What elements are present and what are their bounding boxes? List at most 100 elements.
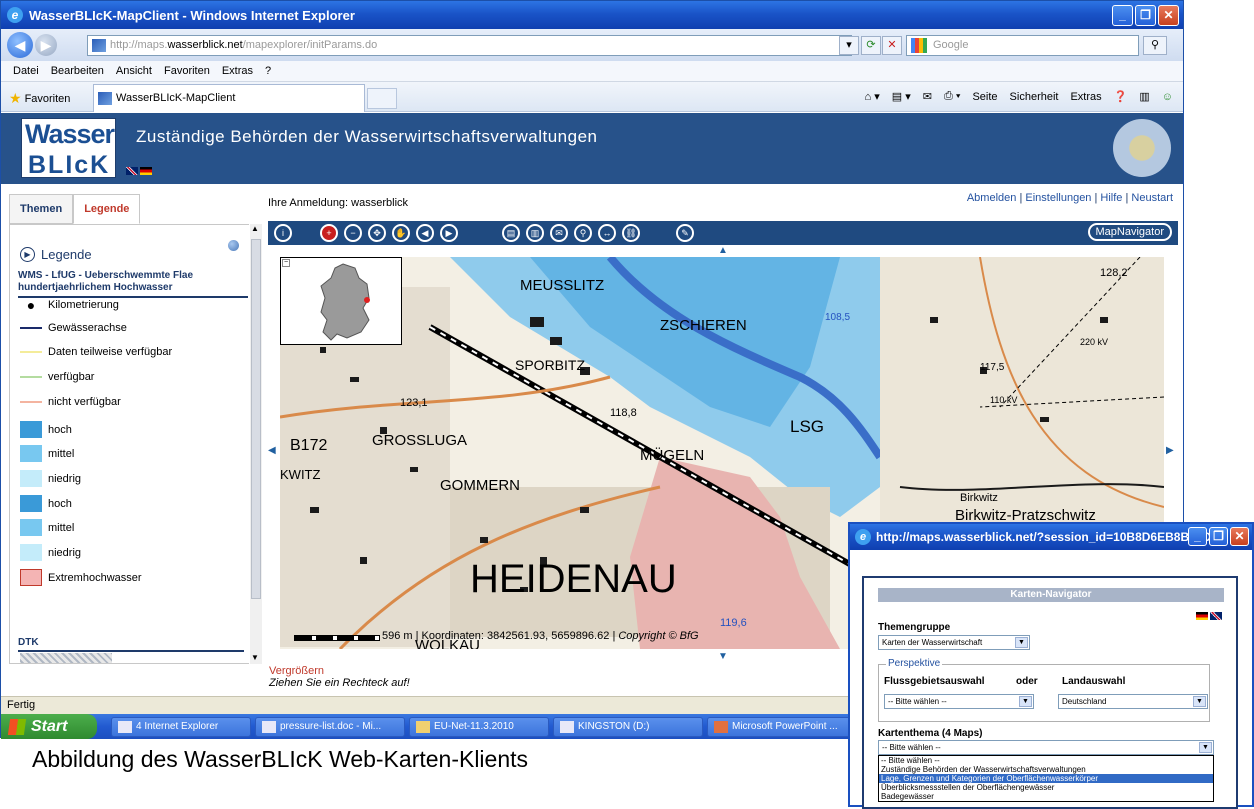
zoom-extent-tool-icon[interactable]: ✥: [368, 224, 386, 242]
search-button[interactable]: ⚲: [1143, 36, 1167, 55]
map-navigator-button[interactable]: MapNavigator: [1087, 223, 1172, 241]
print-tool-icon[interactable]: ▤: [502, 224, 520, 242]
link-einstellungen[interactable]: Einstellungen: [1025, 192, 1091, 204]
popup-minimize-button[interactable]: _: [1188, 527, 1207, 546]
pan-south-icon[interactable]: ▼: [718, 651, 728, 662]
option-zustaendige-behoerden[interactable]: Zuständige Behörden der Wasserwirtschaft…: [879, 765, 1213, 774]
pan-east-icon[interactable]: ▶: [1166, 445, 1174, 456]
command-extras[interactable]: Extras: [1070, 91, 1101, 103]
link-tool-icon[interactable]: ⛓: [622, 224, 640, 242]
minimap-collapse-icon[interactable]: −: [282, 259, 290, 267]
menu-bearbeiten[interactable]: Bearbeiten: [51, 65, 104, 77]
menu-help[interactable]: ?: [265, 65, 271, 77]
mail-tool-icon[interactable]: ✉: [550, 224, 568, 242]
search-input[interactable]: Google: [906, 35, 1139, 56]
mail-icon[interactable]: ✉: [923, 90, 932, 103]
legend-panel: ▶ Legende WMS - LfUG - Ueberschwemmte Fl…: [9, 224, 249, 664]
next-view-icon[interactable]: ▶: [440, 224, 458, 242]
command-sicherheit[interactable]: Sicherheit: [1010, 91, 1059, 103]
stop-button[interactable]: ✕: [882, 36, 902, 55]
print-icon[interactable]: ⎙ ▾: [944, 90, 960, 103]
themengruppe-select[interactable]: Karten der Wasserwirtschaft ▼: [878, 635, 1030, 650]
kartenthema-select[interactable]: -- Bitte wählen -- ▼: [878, 740, 1214, 755]
option-bitte-waehlen[interactable]: -- Bitte wählen --: [879, 756, 1213, 765]
browser-tab[interactable]: WasserBLIcK-MapClient: [93, 84, 365, 112]
coordinates-readout: 596 m | Koordinaten: 3842561.93, 5659896…: [382, 630, 699, 642]
start-button[interactable]: Start: [1, 714, 97, 739]
sidebar-scrollbar[interactable]: ▲ ▼: [250, 224, 262, 664]
task-powerpoint[interactable]: Microsoft PowerPoint ...: [707, 716, 857, 737]
command-seite[interactable]: Seite: [972, 91, 997, 103]
flag-de-icon[interactable]: [1196, 612, 1208, 620]
tab-themen[interactable]: Themen: [9, 194, 74, 224]
option-lage-grenzen[interactable]: Lage, Grenzen und Kategorien der Oberflä…: [879, 774, 1213, 783]
task-pressure-list[interactable]: pressure-list.doc - Mi...: [255, 716, 405, 737]
option-badegewaesser[interactable]: Badegewässer: [879, 792, 1213, 801]
link-abmelden[interactable]: Abmelden: [967, 192, 1017, 204]
research-icon[interactable]: ▥: [1139, 90, 1149, 103]
link-hilfe[interactable]: Hilfe: [1100, 192, 1122, 204]
popup-maximize-button[interactable]: ❐: [1209, 527, 1228, 546]
kartenthema-dropdown-list: -- Bitte wählen -- Zuständige Behörden d…: [878, 755, 1214, 802]
map-label: 123,1: [400, 397, 428, 409]
flag-uk-icon[interactable]: [126, 167, 138, 175]
legend-header[interactable]: ▶ Legende: [20, 247, 92, 262]
edit-tool-icon[interactable]: ✎: [676, 224, 694, 242]
area-symbol-icon: [20, 519, 42, 536]
new-tab-button[interactable]: [367, 88, 397, 109]
option-ueberblicksmessstellen[interactable]: Überblicksmessstellen der Oberflächengew…: [879, 783, 1213, 792]
minimize-button[interactable]: _: [1112, 5, 1133, 26]
legend-item-label: niedrig: [48, 472, 82, 485]
overview-minimap[interactable]: −: [280, 257, 402, 345]
previous-view-icon[interactable]: ◀: [416, 224, 434, 242]
sidebar-tabs: Themen Legende: [9, 194, 141, 224]
address-field[interactable]: http://maps.wasserblick.net/mapexplorer/…: [87, 35, 852, 56]
maximize-button[interactable]: ❐: [1135, 5, 1156, 26]
favorites-button[interactable]: ★ Favoriten: [9, 90, 70, 107]
home-icon[interactable]: ⌂ ▾: [865, 90, 880, 103]
figure-caption: Abbildung des WasserBLIcK Web-Karten-Kli…: [32, 746, 529, 772]
pan-north-icon[interactable]: ▲: [718, 245, 728, 256]
info-icon[interactable]: [228, 240, 239, 251]
flag-de-icon[interactable]: [140, 167, 152, 175]
page-title: Zuständige Behörden der Wasserwirtschaft…: [136, 127, 598, 146]
scrollbar-thumb[interactable]: [251, 239, 261, 599]
flussgebiet-select[interactable]: -- Bitte wählen -- ▼: [884, 694, 1034, 709]
menu-ansicht[interactable]: Ansicht: [116, 65, 152, 77]
task-internet-explorer[interactable]: 4 Internet Explorer: [111, 716, 251, 737]
address-dropdown-button[interactable]: ▾: [839, 36, 859, 55]
map-label: 128,2: [1100, 267, 1128, 279]
forward-button[interactable]: ▶: [35, 34, 57, 56]
tab-legende[interactable]: Legende: [73, 194, 141, 224]
state-seal-icon: [1113, 119, 1171, 177]
search-tool-icon[interactable]: ⚲: [574, 224, 592, 242]
menu-favoriten[interactable]: Favoriten: [164, 65, 210, 77]
help-icon[interactable]: ❓: [1114, 90, 1128, 103]
close-button[interactable]: ✕: [1158, 5, 1179, 26]
task-kingston[interactable]: KINGSTON (D:): [553, 716, 703, 737]
refresh-button[interactable]: ⟳: [861, 36, 881, 55]
popup-close-button[interactable]: ✕: [1230, 527, 1249, 546]
scroll-down-icon[interactable]: ▼: [251, 653, 259, 662]
task-eu-net[interactable]: EU-Net-11.3.2010: [409, 716, 549, 737]
land-select[interactable]: Deutschland ▼: [1058, 694, 1208, 709]
info-tool-icon[interactable]: i: [274, 224, 292, 242]
messenger-icon[interactable]: ☺: [1162, 91, 1173, 103]
pan-tool-icon[interactable]: ✋: [392, 224, 410, 242]
word-icon: [262, 720, 276, 733]
back-button[interactable]: ◀: [7, 32, 33, 58]
popup-title-bar[interactable]: e http://maps.wasserblick.net/?session_i…: [850, 524, 1252, 550]
menu-datei[interactable]: Datei: [13, 65, 39, 77]
favorites-bar: ★ Favoriten WasserBLIcK-MapClient ⌂ ▾ ▤ …: [1, 82, 1183, 112]
export-tool-icon[interactable]: ▥: [526, 224, 544, 242]
measure-tool-icon[interactable]: ↔: [598, 224, 616, 242]
menu-extras[interactable]: Extras: [222, 65, 253, 77]
zoom-in-tool-icon[interactable]: +: [320, 224, 338, 242]
scroll-up-icon[interactable]: ▲: [251, 224, 259, 233]
flag-uk-icon[interactable]: [1210, 612, 1222, 620]
wasserblick-logo[interactable]: Wasser BLIcK: [21, 118, 116, 179]
link-neustart[interactable]: Neustart: [1131, 192, 1173, 204]
title-bar[interactable]: e WasserBLIcK-MapClient - Windows Intern…: [1, 1, 1183, 29]
zoom-out-tool-icon[interactable]: −: [344, 224, 362, 242]
feeds-icon[interactable]: ▤ ▾: [892, 90, 911, 103]
